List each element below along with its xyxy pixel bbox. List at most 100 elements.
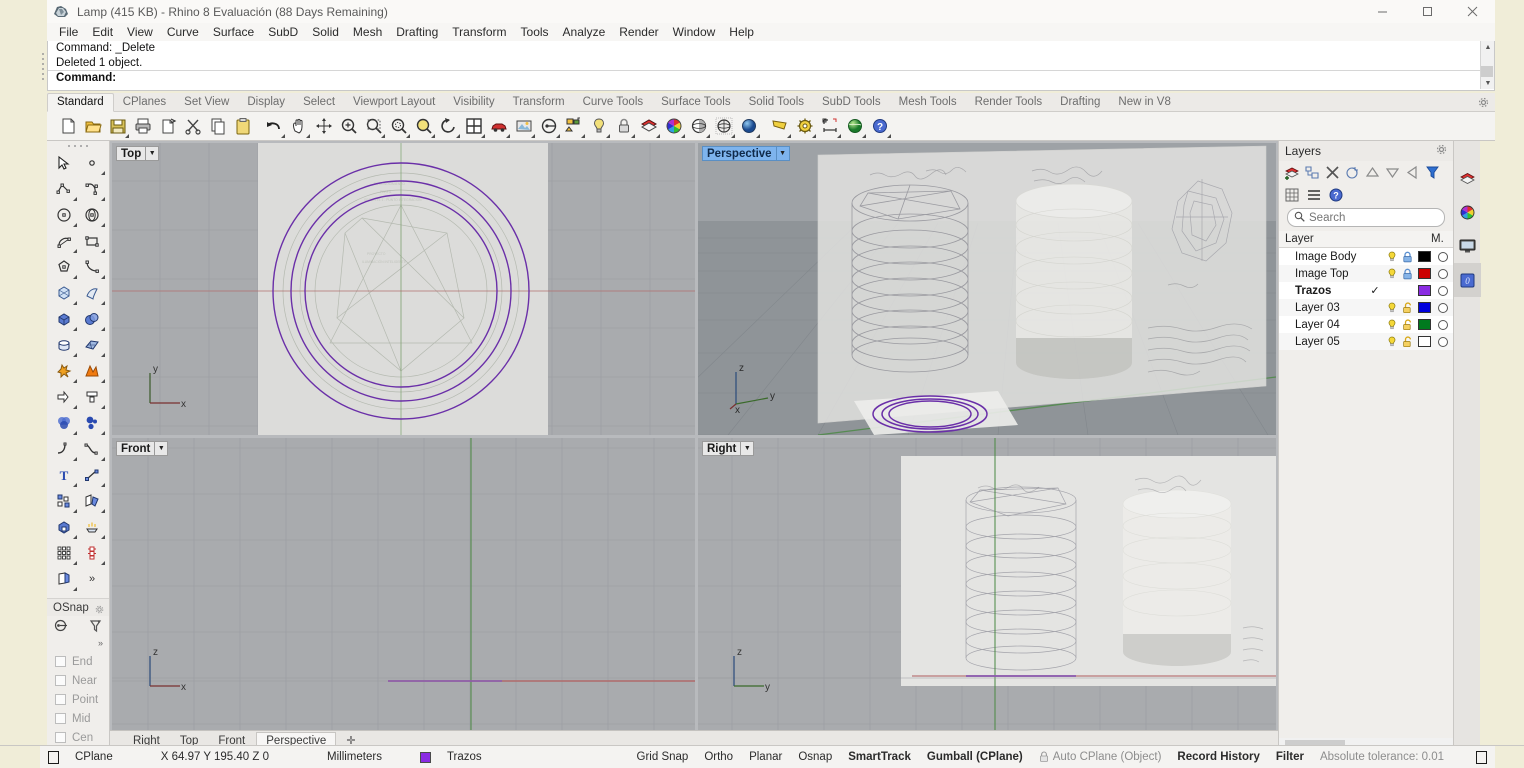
fillet-curve-icon[interactable] — [50, 436, 78, 462]
scrollbar-thumb[interactable] — [1481, 66, 1493, 77]
scroll-up-icon[interactable]: ▲ — [1481, 41, 1495, 53]
table-row[interactable]: Layer 03 — [1279, 299, 1453, 316]
layer-search-input[interactable] — [1309, 212, 1439, 224]
trim-icon[interactable] — [50, 384, 78, 410]
tab-cplanes[interactable]: CPlanes — [114, 94, 175, 111]
menu-tools[interactable]: Tools — [514, 24, 556, 40]
menu-help[interactable]: Help — [722, 24, 761, 40]
layers-icon[interactable] — [636, 114, 661, 139]
layer-name[interactable]: Layer 04 — [1279, 319, 1365, 331]
dropdown-corner-icon[interactable] — [531, 134, 535, 138]
osnap-filter-icon[interactable] — [88, 618, 103, 636]
current-layer-check[interactable]: ✓ — [1365, 284, 1385, 297]
layer-name[interactable]: Image Top — [1279, 268, 1365, 280]
cut-object-icon[interactable] — [155, 114, 180, 139]
menu-transform[interactable]: Transform — [445, 24, 513, 40]
dimension-icon[interactable] — [817, 114, 842, 139]
perspective-icon[interactable] — [536, 114, 561, 139]
rendered-sphere-icon[interactable] — [736, 114, 761, 139]
dropdown-corner-icon[interactable] — [506, 134, 510, 138]
dropdown-corner-icon[interactable] — [656, 134, 660, 138]
zoom-dynamic-icon[interactable] — [411, 114, 436, 139]
dropdown-corner-icon[interactable] — [406, 134, 410, 138]
help-icon[interactable]: ? — [867, 114, 892, 139]
tab-viewport-layout[interactable]: Viewport Layout — [344, 94, 444, 111]
toolbar-options-gear-icon[interactable] — [1478, 97, 1489, 108]
toggle-auto-cplane[interactable]: Auto CPlane (Object) — [1031, 746, 1170, 768]
shade-sphere-icon[interactable] — [686, 114, 711, 139]
tab-curve-tools[interactable]: Curve Tools — [574, 94, 653, 111]
osnap-option-mid[interactable]: Mid — [47, 709, 109, 728]
light-bulb-icon[interactable] — [586, 114, 611, 139]
menu-window[interactable]: Window — [666, 24, 723, 40]
print-icon[interactable] — [130, 114, 155, 139]
lock-icon[interactable] — [611, 114, 636, 139]
zoom-selected-icon[interactable] — [386, 114, 411, 139]
viewport-label-right[interactable]: Right ▼ — [702, 441, 754, 456]
pan-hand-icon[interactable] — [286, 114, 311, 139]
dimension-tool-icon[interactable] — [78, 462, 106, 488]
viewport-right[interactable]: Right ▼ z y — [698, 438, 1276, 730]
table-row[interactable]: Image Body — [1279, 248, 1453, 265]
dropdown-corner-icon[interactable] — [862, 134, 866, 138]
visibility-bulb-icon[interactable] — [1385, 319, 1399, 331]
toggle-record-history[interactable]: Record History — [1169, 746, 1267, 768]
layer-color-swatch[interactable] — [1415, 319, 1433, 330]
toggle-smarttrack[interactable]: SmartTrack — [840, 746, 919, 768]
polyline-icon[interactable] — [50, 176, 78, 202]
tab-set-view[interactable]: Set View — [175, 94, 238, 111]
viewport-label-front[interactable]: Front ▼ — [116, 441, 168, 456]
osnap-option-near[interactable]: Near — [47, 671, 109, 690]
clipping-plane-icon[interactable] — [767, 114, 792, 139]
visibility-bulb-icon[interactable] — [1385, 268, 1399, 280]
checkbox[interactable] — [55, 675, 66, 686]
dropdown-corner-icon[interactable] — [431, 134, 435, 138]
units-label[interactable]: Millimeters — [277, 746, 390, 768]
select-objects-icon[interactable] — [1403, 164, 1421, 182]
dropdown-corner-icon[interactable] — [706, 134, 710, 138]
layer-material-swatch[interactable] — [1433, 320, 1453, 330]
layer-material-swatch[interactable] — [1433, 286, 1453, 296]
layer-name[interactable]: Trazos — [1279, 285, 1365, 297]
menu-edit[interactable]: Edit — [85, 24, 120, 40]
layer-color-swatch[interactable] — [1415, 285, 1433, 296]
unlock-icon[interactable] — [1399, 319, 1415, 331]
visibility-bulb-icon[interactable] — [1385, 336, 1399, 348]
table-row[interactable]: Layer 04 — [1279, 316, 1453, 333]
toggle-planar[interactable]: Planar — [741, 746, 790, 768]
rotate-view-icon[interactable] — [436, 114, 461, 139]
grid-array-icon[interactable] — [50, 540, 78, 566]
dropdown-corner-icon[interactable] — [606, 134, 610, 138]
osnap-more-icon[interactable]: » — [47, 638, 109, 652]
tab-new-in-v8[interactable]: New in V8 — [1109, 94, 1179, 111]
light-array-icon[interactable] — [78, 514, 106, 540]
render-preview-icon[interactable] — [50, 566, 78, 592]
tab-transform[interactable]: Transform — [504, 94, 574, 111]
toggle-grid-snap[interactable]: Grid Snap — [629, 746, 697, 768]
split-icon[interactable] — [78, 384, 106, 410]
layer-name[interactable]: Layer 03 — [1279, 302, 1365, 314]
viewport-label-perspective[interactable]: Perspective ▼ — [702, 146, 790, 161]
toggle-osnap[interactable]: Osnap — [790, 746, 840, 768]
command-prompt[interactable]: Command: — [48, 71, 1494, 86]
unlock-icon[interactable] — [1399, 336, 1415, 348]
render-icon[interactable] — [511, 114, 536, 139]
toggle-gumball[interactable]: Gumball (CPlane) — [919, 746, 1031, 768]
new-sublayer-icon[interactable] — [1303, 164, 1321, 182]
table-row[interactable]: Image Top — [1279, 265, 1453, 282]
menu-subd[interactable]: SubD — [261, 24, 305, 40]
viewport-top[interactable]: EL CONOCIMIENTO PERFIL SEGUN EL 1 - PUNT… — [112, 143, 695, 435]
curve-interp-icon[interactable] — [78, 176, 106, 202]
color-wheel-icon[interactable] — [661, 114, 686, 139]
explode-icon[interactable] — [50, 358, 78, 384]
dropdown-corner-icon[interactable] — [556, 134, 560, 138]
open-file-icon[interactable] — [80, 114, 105, 139]
dropdown-corner-icon[interactable] — [481, 134, 485, 138]
zoom-extents-icon[interactable] — [311, 114, 336, 139]
chevron-down-icon[interactable]: ▼ — [740, 442, 753, 455]
tab-solid-tools[interactable]: Solid Tools — [740, 94, 813, 111]
polygon-icon[interactable] — [50, 254, 78, 280]
visibility-bulb-icon[interactable] — [1385, 302, 1399, 314]
new-file-icon[interactable] — [55, 114, 80, 139]
boolean-difference-icon[interactable] — [78, 410, 106, 436]
